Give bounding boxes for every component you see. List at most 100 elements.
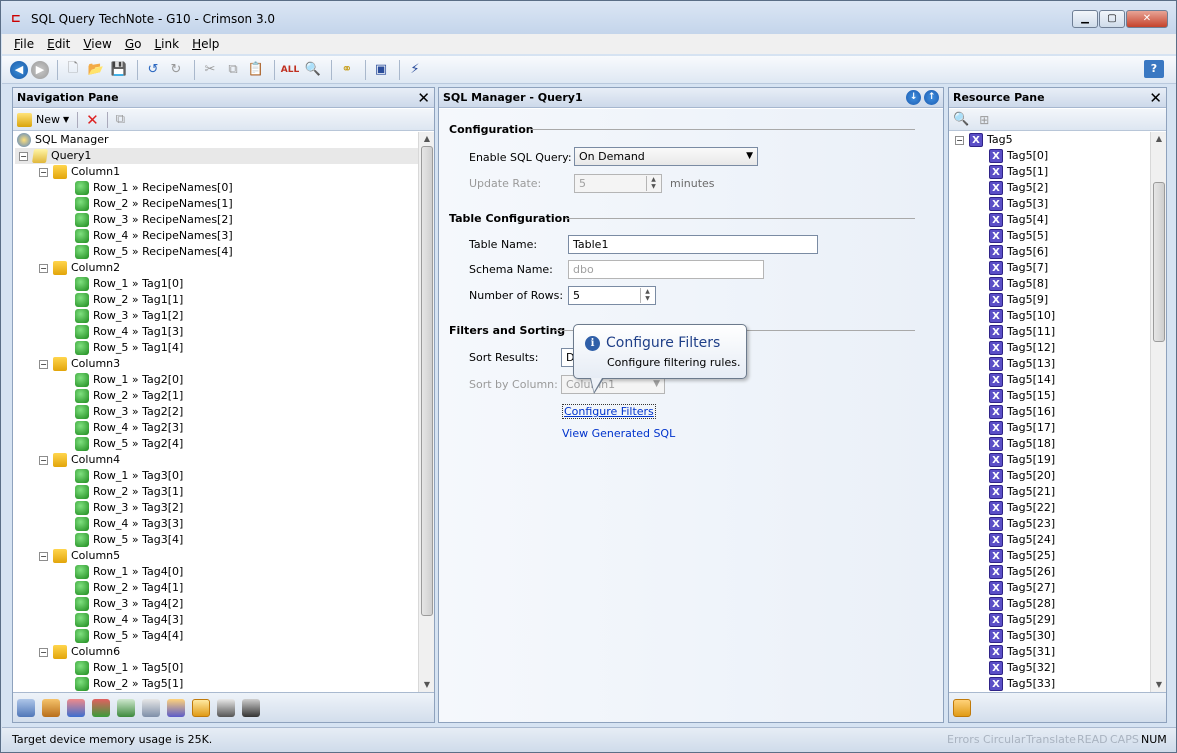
resource-tag-item[interactable]: X Tag5[11] <box>955 324 1150 340</box>
tree-item-row[interactable]: Row_1 » Tag2[0] <box>15 372 418 388</box>
resource-tag-item[interactable]: X Tag5[22] <box>955 500 1150 516</box>
tree-item-row[interactable]: Row_2 » Tag5[1] <box>15 676 418 692</box>
resource-tag-item[interactable]: X Tag5[0] <box>955 148 1150 164</box>
tree-item-row[interactable]: Row_1 » RecipeNames[0] <box>15 180 418 196</box>
resource-tag-item[interactable]: X Tag5[1] <box>955 164 1150 180</box>
tree-item-folder[interactable]: − Column1 <box>15 164 418 180</box>
tree-item-row[interactable]: Row_2 » Tag4[1] <box>15 580 418 596</box>
arrow-up-icon[interactable]: ↑ <box>924 90 939 105</box>
resource-root[interactable]: − X Tag5 <box>955 132 1150 148</box>
delete-icon[interactable]: ✕ <box>86 111 99 129</box>
tree-item-row[interactable]: Row_3 » Tag3[2] <box>15 500 418 516</box>
resource-tag-item[interactable]: X Tag5[20] <box>955 468 1150 484</box>
undo-icon[interactable]: ↺ <box>143 60 163 80</box>
cut-icon[interactable]: ✂ <box>200 60 220 80</box>
resource-tag-item[interactable]: X Tag5[14] <box>955 372 1150 388</box>
resource-tag-item[interactable]: X Tag5[27] <box>955 580 1150 596</box>
close-button[interactable]: ✕ <box>1126 10 1168 28</box>
search-icon[interactable]: 🔍 <box>953 112 969 127</box>
display-icon[interactable]: ▣ <box>371 60 391 80</box>
tree-item-row[interactable]: Row_1 » Tag5[0] <box>15 660 418 676</box>
tree-item-row[interactable]: Row_5 » Tag4[4] <box>15 628 418 644</box>
collapse-icon[interactable]: − <box>19 151 28 161</box>
resource-tag-item[interactable]: X Tag5[18] <box>955 436 1150 452</box>
schema-name-input[interactable]: dbo <box>568 260 764 279</box>
tree-item-row[interactable]: Row_2 » Tag1[1] <box>15 292 418 308</box>
collapse-icon[interactable]: − <box>39 455 48 465</box>
view-generated-sql-link[interactable]: View Generated SQL <box>562 427 675 440</box>
tree-item-row[interactable]: Row_4 » Tag1[3] <box>15 324 418 340</box>
network-icon[interactable] <box>92 698 110 717</box>
tree-item-folder[interactable]: − Column3 <box>15 356 418 372</box>
resource-tag-item[interactable]: X Tag5[24] <box>955 532 1150 548</box>
tree-item-row[interactable]: Row_2 » RecipeNames[1] <box>15 196 418 212</box>
tree-item-folder[interactable]: − Column5 <box>15 548 418 564</box>
tree-view-icon[interactable]: ⊞ <box>979 113 989 127</box>
chevron-down-icon[interactable]: ▼ <box>63 115 69 124</box>
tree-item-row[interactable]: Row_1 » Tag4[0] <box>15 564 418 580</box>
wand-icon[interactable]: ⚡ <box>405 60 425 80</box>
tree-item-db[interactable]: SQL Manager <box>15 132 418 148</box>
resource-tag-item[interactable]: X Tag5[7] <box>955 260 1150 276</box>
menu-go[interactable]: Go <box>125 37 142 51</box>
forward-icon[interactable]: ▶ <box>31 60 49 79</box>
resource-tag-item[interactable]: X Tag5[33] <box>955 676 1150 692</box>
resource-tag-item[interactable]: X Tag5[26] <box>955 564 1150 580</box>
logger-icon[interactable] <box>217 698 235 717</box>
link-icon[interactable]: ⚭ <box>337 60 357 80</box>
tree-item-row[interactable]: Row_2 » Tag3[1] <box>15 484 418 500</box>
tree-item-row[interactable]: Row_3 » Tag4[2] <box>15 596 418 612</box>
resource-tag-item[interactable]: X Tag5[9] <box>955 292 1150 308</box>
resource-tag-item[interactable]: X Tag5[19] <box>955 452 1150 468</box>
image-icon[interactable] <box>142 698 160 717</box>
tree-item-row[interactable]: Row_5 » RecipeNames[4] <box>15 244 418 260</box>
resource-tag-item[interactable]: X Tag5[3] <box>955 196 1150 212</box>
redo-icon[interactable]: ↻ <box>166 60 186 80</box>
collapse-icon[interactable]: − <box>39 551 48 561</box>
menu-view[interactable]: View <box>83 37 111 51</box>
resource-tag-item[interactable]: X Tag5[28] <box>955 596 1150 612</box>
collapse-icon[interactable]: − <box>39 263 48 273</box>
new-file-icon[interactable]: 🗋 <box>63 60 83 80</box>
resource-tag-item[interactable]: X Tag5[12] <box>955 340 1150 356</box>
open-folder-icon[interactable]: 📂 <box>86 60 106 80</box>
find-icon[interactable]: 🔍 <box>303 60 323 80</box>
paste-icon[interactable]: 📋 <box>246 60 266 80</box>
back-icon[interactable]: ◀ <box>10 60 28 79</box>
menu-file[interactable]: File <box>14 37 34 51</box>
resource-tag-item[interactable]: X Tag5[29] <box>955 612 1150 628</box>
enable-sql-dropdown[interactable]: On Demand ▼ <box>574 147 758 166</box>
tree-item-row[interactable]: Row_1 » Tag1[0] <box>15 276 418 292</box>
spell-check-icon[interactable]: ALL <box>280 60 300 80</box>
properties-icon[interactable]: ⧉ <box>116 112 125 127</box>
web-server-icon[interactable] <box>117 698 135 717</box>
resource-tag-item[interactable]: X Tag5[32] <box>955 660 1150 676</box>
help-icon[interactable]: ? <box>1144 60 1164 78</box>
programs-icon[interactable] <box>67 698 85 717</box>
navigation-scrollbar[interactable]: ▲ ▼ <box>418 132 434 692</box>
comms-icon[interactable] <box>17 698 35 717</box>
data-tags-icon[interactable] <box>953 698 971 717</box>
table-name-input[interactable]: Table1 <box>568 235 818 254</box>
arrow-down-icon[interactable]: ↓ <box>906 90 921 105</box>
collapse-icon[interactable]: − <box>39 167 48 177</box>
tree-item-row[interactable]: Row_1 » Tag3[0] <box>15 468 418 484</box>
tree-item-row[interactable]: Row_3 » RecipeNames[2] <box>15 212 418 228</box>
resource-tag-item[interactable]: X Tag5[15] <box>955 388 1150 404</box>
tree-item-folder[interactable]: − Column6 <box>15 644 418 660</box>
maximize-button[interactable]: ▢ <box>1099 10 1125 28</box>
tree-item-row[interactable]: Row_4 » Tag2[3] <box>15 420 418 436</box>
resource-scrollbar[interactable]: ▲ ▼ <box>1150 132 1166 692</box>
resource-tag-item[interactable]: X Tag5[30] <box>955 628 1150 644</box>
new-button[interactable]: New <box>36 113 60 126</box>
save-icon[interactable]: 💾 <box>109 60 129 80</box>
menu-help[interactable]: Help <box>192 37 219 51</box>
sql-manager-icon[interactable] <box>192 698 210 717</box>
tree-item-row[interactable]: Row_5 » Tag3[4] <box>15 532 418 548</box>
tree-item-row[interactable]: Row_5 » Tag1[4] <box>15 340 418 356</box>
menu-link[interactable]: Link <box>154 37 179 51</box>
resource-tag-item[interactable]: X Tag5[4] <box>955 212 1150 228</box>
collapse-icon[interactable]: − <box>39 647 48 657</box>
tree-item-row[interactable]: Row_4 » Tag4[3] <box>15 612 418 628</box>
menu-edit[interactable]: Edit <box>47 37 70 51</box>
